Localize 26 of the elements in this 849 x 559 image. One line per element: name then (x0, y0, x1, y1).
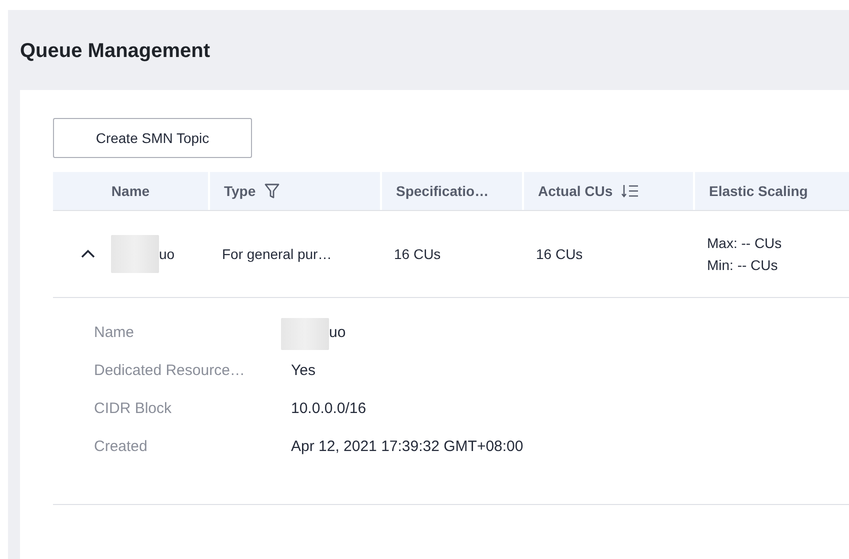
filter-icon[interactable] (264, 183, 280, 199)
detail-value: Yes (291, 362, 316, 379)
column-header[interactable]: Type (224, 183, 256, 199)
column-header: Specificatio… (396, 183, 489, 199)
detail-label: Dedicated Resource… (94, 362, 246, 381)
create-topic-button[interactable]: Create SMN Topic (53, 118, 252, 158)
page-title: Queue Management (19, 39, 212, 64)
redaction-patch (111, 235, 159, 273)
table-cell: uo (159, 246, 175, 262)
table-cell-text: 16 CUs (535, 246, 584, 262)
detail-value: uo (329, 324, 346, 341)
detail-label: Name (94, 324, 136, 343)
column-header[interactable]: Actual CUs (538, 183, 613, 199)
table-cell-text: For general pur… (221, 246, 333, 262)
detail-label: CIDR Block (94, 400, 173, 419)
table-cell-text: Max: -- CUs (707, 235, 783, 251)
column-header: Name (111, 183, 150, 199)
detail-value: 10.0.0.0/16 (291, 400, 366, 417)
detail-value: Apr 12, 2021 17:39:32 GMT+08:00 (291, 438, 524, 455)
column-header: Elastic Scaling (709, 183, 808, 199)
chevron-icon[interactable] (81, 249, 95, 259)
table-cell-text: 16 CUs (393, 246, 442, 262)
redaction-patch (281, 318, 329, 350)
detail-label: Created (94, 438, 148, 457)
sort-icon[interactable] (620, 184, 639, 198)
table-cell-text: Min: -- CUs (707, 257, 779, 273)
